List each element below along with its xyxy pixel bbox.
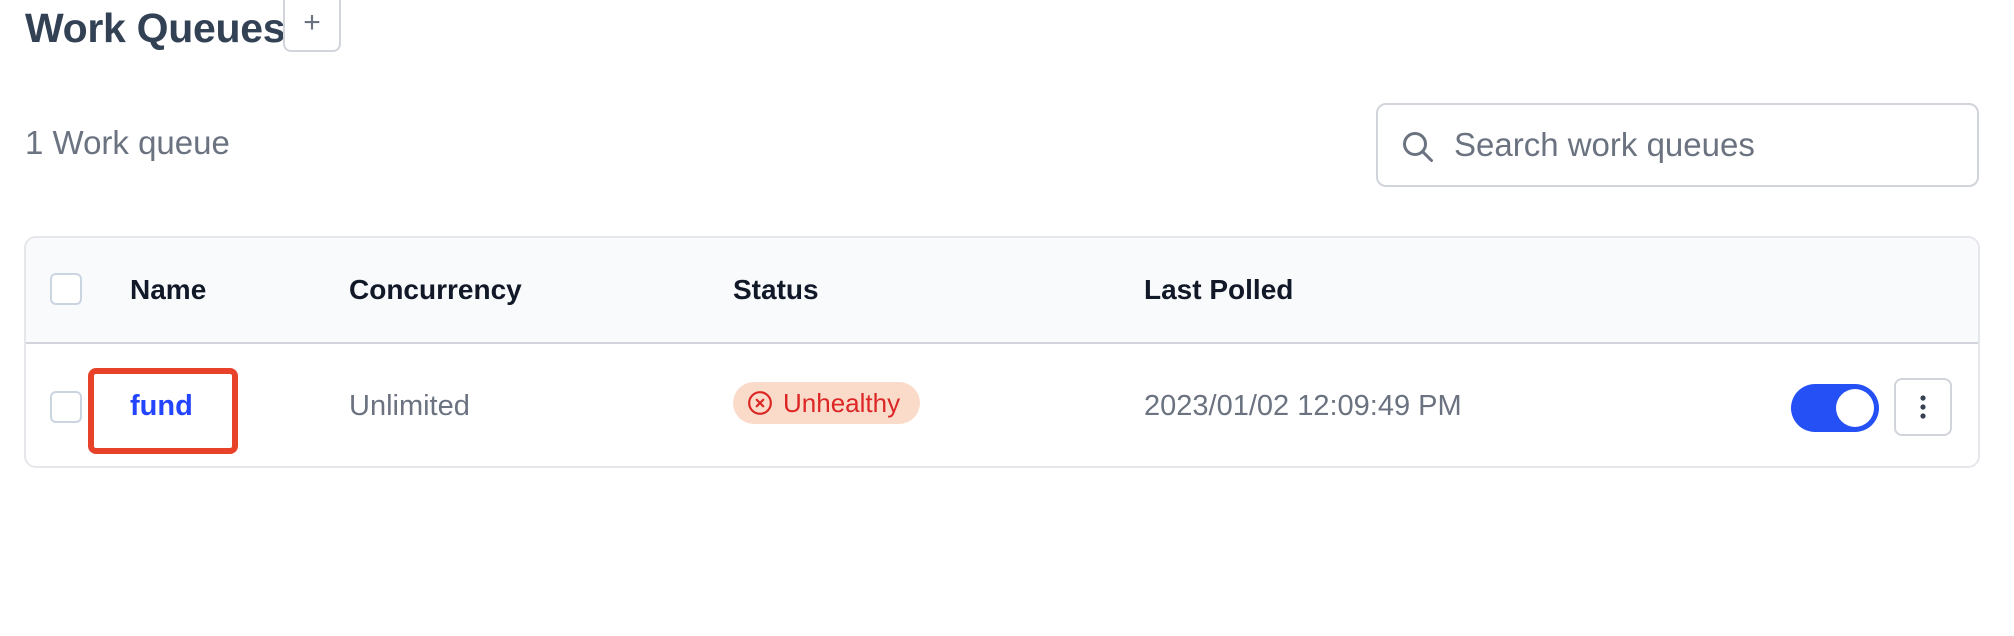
work-queues-table: Name Concurrency Status Last Polled fund… <box>24 236 1980 468</box>
kebab-menu-icon <box>1920 395 1926 419</box>
table-header: Name Concurrency Status Last Polled <box>26 238 1978 344</box>
status-label: Unhealthy <box>783 387 901 418</box>
work-queue-count: 1 Work queue <box>25 124 230 161</box>
page-title: Work Queues <box>25 4 286 51</box>
x-circle-icon <box>748 391 772 415</box>
concurrency-value: Unlimited <box>349 390 470 422</box>
status-badge: Unhealthy <box>733 382 921 424</box>
column-header-last-polled[interactable]: Last Polled <box>1144 274 1293 306</box>
table-row: fund Unlimited Unhealthy 2023/01/02 12:0… <box>26 344 1978 466</box>
enable-toggle[interactable] <box>1791 384 1879 432</box>
row-checkbox[interactable] <box>50 391 82 423</box>
select-all-checkbox[interactable] <box>50 273 82 305</box>
search-input[interactable] <box>1454 105 1964 185</box>
add-work-queue-button[interactable]: + <box>283 0 341 52</box>
page-header: Work Queues <box>25 0 286 56</box>
toggle-knob <box>1836 389 1874 427</box>
row-menu-button[interactable] <box>1894 378 1952 436</box>
column-header-concurrency[interactable]: Concurrency <box>349 274 522 306</box>
last-polled-value: 2023/01/02 12:09:49 PM <box>1144 390 1462 422</box>
search-icon <box>1403 132 1433 162</box>
column-header-status[interactable]: Status <box>733 274 819 306</box>
search-box[interactable] <box>1376 103 1979 187</box>
column-header-name[interactable]: Name <box>130 274 206 306</box>
work-queue-name-link[interactable]: fund <box>130 390 193 423</box>
